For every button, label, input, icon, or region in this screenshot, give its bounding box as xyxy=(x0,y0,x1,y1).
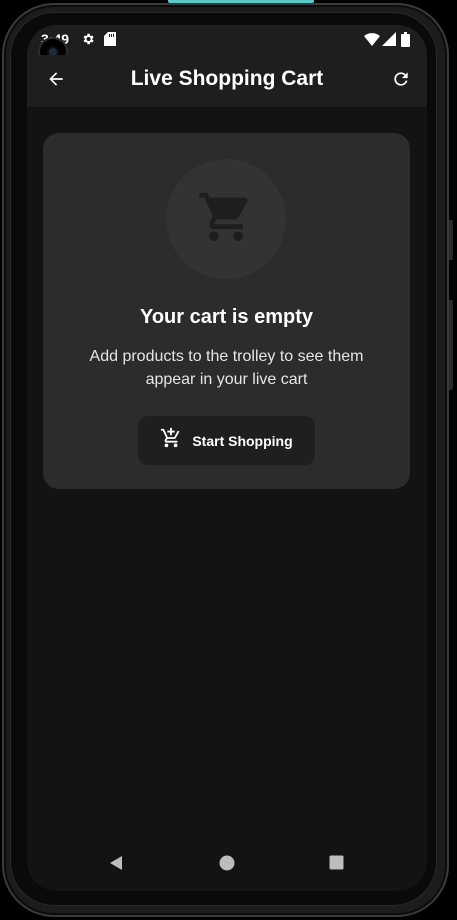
volume-button xyxy=(449,220,453,260)
back-triangle-icon xyxy=(108,855,124,876)
status-bar: 3:49 xyxy=(27,25,427,65)
page-title: Live Shopping Cart xyxy=(130,67,324,90)
cart-content: Your cart is empty Add products to the t… xyxy=(27,107,427,837)
add-to-cart-icon xyxy=(160,427,182,454)
empty-cart-card: Your cart is empty Add products to the t… xyxy=(43,133,410,489)
home-circle-icon xyxy=(219,855,235,876)
nav-recents-button[interactable] xyxy=(326,855,346,875)
recents-square-icon xyxy=(329,855,344,875)
cart-icon-circle xyxy=(166,159,286,279)
shopping-cart-icon xyxy=(197,188,255,251)
power-button xyxy=(449,300,453,390)
empty-cart-title: Your cart is empty xyxy=(139,306,314,328)
signal-icon xyxy=(382,32,396,51)
refresh-icon xyxy=(391,69,411,94)
app-bar: Live Shopping Cart xyxy=(27,55,427,107)
nav-home-button[interactable] xyxy=(217,855,237,875)
start-shopping-button[interactable]: Start Shopping xyxy=(138,416,315,465)
arrow-left-icon xyxy=(46,69,66,94)
battery-icon xyxy=(401,32,410,52)
refresh-button[interactable] xyxy=(387,67,415,95)
phone-device: 3:49 Live S xyxy=(0,0,457,920)
back-button[interactable] xyxy=(42,67,70,95)
wifi-icon xyxy=(364,32,380,51)
nav-back-button[interactable] xyxy=(106,855,126,875)
sd-card-icon xyxy=(104,32,116,51)
empty-cart-message: Add products to the trolley to see them … xyxy=(89,348,364,388)
start-shopping-label: Start Shopping xyxy=(192,432,293,449)
system-nav-bar xyxy=(27,837,427,891)
settings-icon xyxy=(81,32,95,51)
screen: 3:49 Live S xyxy=(27,25,427,891)
